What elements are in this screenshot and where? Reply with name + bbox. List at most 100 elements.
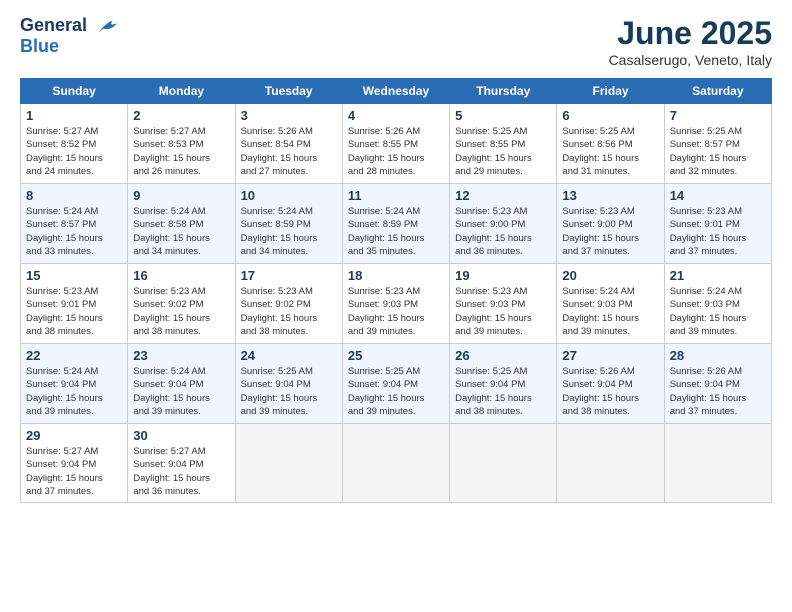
day-number: 11	[348, 188, 444, 203]
day-info: Sunrise: 5:25 AMSunset: 9:04 PMDaylight:…	[348, 365, 444, 418]
day-info: Sunrise: 5:24 AMSunset: 9:04 PMDaylight:…	[26, 365, 122, 418]
calendar-cell: 18 Sunrise: 5:23 AMSunset: 9:03 PMDayligh…	[342, 264, 449, 344]
calendar-cell: 25 Sunrise: 5:25 AMSunset: 9:04 PMDayligh…	[342, 344, 449, 424]
day-number: 16	[133, 268, 229, 283]
day-info: Sunrise: 5:24 AMSunset: 9:04 PMDaylight:…	[133, 365, 229, 418]
day-number: 6	[562, 108, 658, 123]
calendar-cell: 9Sunrise: 5:24 AMSunset: 8:58 PMDaylight…	[128, 184, 235, 264]
day-number: 21	[670, 268, 766, 283]
day-number: 24	[241, 348, 337, 363]
calendar-cell: 19 Sunrise: 5:23 AMSunset: 9:03 PMDayligh…	[450, 264, 557, 344]
calendar-week-4: 22Sunrise: 5:24 AMSunset: 9:04 PMDayligh…	[21, 344, 772, 424]
day-number: 18	[348, 268, 444, 283]
calendar-cell: 17 Sunrise: 5:23 AMSunset: 9:02 PMDayligh…	[235, 264, 342, 344]
day-number: 20	[562, 268, 658, 283]
calendar-week-3: 15 Sunrise: 5:23 AMSunset: 9:01 PMDayligh…	[21, 264, 772, 344]
day-number: 28	[670, 348, 766, 363]
day-info: Sunrise: 5:25 AMSunset: 9:04 PMDaylight:…	[241, 365, 337, 418]
calendar-cell: 2 Sunrise: 5:27 AMSunset: 8:53 PMDaylight…	[128, 104, 235, 184]
calendar-cell: 22Sunrise: 5:24 AMSunset: 9:04 PMDayligh…	[21, 344, 128, 424]
header-tuesday: Tuesday	[235, 79, 342, 104]
day-info: Sunrise: 5:23 AMSunset: 9:03 PMDaylight:…	[455, 285, 551, 338]
calendar-cell: 23 Sunrise: 5:24 AMSunset: 9:04 PMDayligh…	[128, 344, 235, 424]
day-info: Sunrise: 5:23 AMSunset: 9:01 PMDaylight:…	[670, 205, 766, 258]
calendar-cell	[664, 424, 771, 503]
day-number: 27	[562, 348, 658, 363]
calendar-cell: 7Sunrise: 5:25 AMSunset: 8:57 PMDaylight…	[664, 104, 771, 184]
calendar-cell	[342, 424, 449, 503]
calendar-cell: 13Sunrise: 5:23 AMSunset: 9:00 PMDayligh…	[557, 184, 664, 264]
day-number: 10	[241, 188, 337, 203]
calendar-cell: 26 Sunrise: 5:25 AMSunset: 9:04 PMDayligh…	[450, 344, 557, 424]
calendar-cell: 4 Sunrise: 5:26 AMSunset: 8:55 PMDaylight…	[342, 104, 449, 184]
calendar-cell	[235, 424, 342, 503]
calendar-cell: 16Sunrise: 5:23 AMSunset: 9:02 PMDayligh…	[128, 264, 235, 344]
location-subtitle: Casalserugo, Veneto, Italy	[609, 52, 772, 68]
day-number: 29	[26, 428, 122, 443]
day-number: 14	[670, 188, 766, 203]
day-info: Sunrise: 5:25 AMSunset: 8:56 PMDaylight:…	[562, 125, 658, 178]
calendar-cell: 1 Sunrise: 5:27 AMSunset: 8:52 PMDaylight…	[21, 104, 128, 184]
header-wednesday: Wednesday	[342, 79, 449, 104]
day-number: 23	[133, 348, 229, 363]
day-number: 8	[26, 188, 122, 203]
calendar-cell: 8 Sunrise: 5:24 AMSunset: 8:57 PMDaylight…	[21, 184, 128, 264]
calendar-week-1: 1 Sunrise: 5:27 AMSunset: 8:52 PMDaylight…	[21, 104, 772, 184]
calendar-cell: 12 Sunrise: 5:23 AMSunset: 9:00 PMDayligh…	[450, 184, 557, 264]
calendar-container: General Blue June 2025 Casalserugo, Vene…	[0, 0, 792, 513]
day-info: Sunrise: 5:23 AMSunset: 9:01 PMDaylight:…	[26, 285, 122, 338]
day-number: 4	[348, 108, 444, 123]
day-number: 26	[455, 348, 551, 363]
logo-bird-icon	[94, 15, 122, 37]
calendar-cell: 21Sunrise: 5:24 AMSunset: 9:03 PMDayligh…	[664, 264, 771, 344]
day-info: Sunrise: 5:27 AMSunset: 9:04 PMDaylight:…	[26, 445, 122, 498]
header-saturday: Saturday	[664, 79, 771, 104]
calendar-cell: 5 Sunrise: 5:25 AMSunset: 8:55 PMDaylight…	[450, 104, 557, 184]
day-info: Sunrise: 5:27 AMSunset: 9:04 PMDaylight:…	[133, 445, 229, 498]
day-number: 17	[241, 268, 337, 283]
day-number: 12	[455, 188, 551, 203]
header-thursday: Thursday	[450, 79, 557, 104]
day-number: 9	[133, 188, 229, 203]
header-row: Sunday Monday Tuesday Wednesday Thursday…	[21, 79, 772, 104]
calendar-week-5: 29 Sunrise: 5:27 AMSunset: 9:04 PMDayligh…	[21, 424, 772, 503]
day-info: Sunrise: 5:25 AMSunset: 8:55 PMDaylight:…	[455, 125, 551, 178]
header-area: General Blue June 2025 Casalserugo, Vene…	[20, 15, 772, 68]
logo-blue: Blue	[20, 37, 122, 57]
day-info: Sunrise: 5:26 AMSunset: 8:55 PMDaylight:…	[348, 125, 444, 178]
day-info: Sunrise: 5:27 AMSunset: 8:53 PMDaylight:…	[133, 125, 229, 178]
day-number: 30	[133, 428, 229, 443]
day-number: 15	[26, 268, 122, 283]
logo: General Blue	[20, 15, 122, 57]
day-number: 1	[26, 108, 122, 123]
calendar-cell	[450, 424, 557, 503]
day-number: 2	[133, 108, 229, 123]
calendar-table: Sunday Monday Tuesday Wednesday Thursday…	[20, 78, 772, 503]
title-area: June 2025 Casalserugo, Veneto, Italy	[609, 15, 772, 68]
day-number: 19	[455, 268, 551, 283]
logo-text: General	[20, 15, 122, 37]
day-info: Sunrise: 5:24 AMSunset: 9:03 PMDaylight:…	[562, 285, 658, 338]
day-info: Sunrise: 5:23 AMSunset: 9:02 PMDaylight:…	[241, 285, 337, 338]
calendar-cell: 6 Sunrise: 5:25 AMSunset: 8:56 PMDaylight…	[557, 104, 664, 184]
calendar-cell: 3Sunrise: 5:26 AMSunset: 8:54 PMDaylight…	[235, 104, 342, 184]
calendar-cell: 14 Sunrise: 5:23 AMSunset: 9:01 PMDayligh…	[664, 184, 771, 264]
calendar-cell: 10 Sunrise: 5:24 AMSunset: 8:59 PMDayligh…	[235, 184, 342, 264]
day-info: Sunrise: 5:27 AMSunset: 8:52 PMDaylight:…	[26, 125, 122, 178]
day-info: Sunrise: 5:25 AMSunset: 9:04 PMDaylight:…	[455, 365, 551, 418]
header-friday: Friday	[557, 79, 664, 104]
day-number: 25	[348, 348, 444, 363]
calendar-cell	[557, 424, 664, 503]
day-number: 13	[562, 188, 658, 203]
calendar-cell: 11Sunrise: 5:24 AMSunset: 8:59 PMDayligh…	[342, 184, 449, 264]
month-title: June 2025	[609, 15, 772, 52]
calendar-cell: 30 Sunrise: 5:27 AMSunset: 9:04 PMDayligh…	[128, 424, 235, 503]
day-number: 5	[455, 108, 551, 123]
day-info: Sunrise: 5:24 AMSunset: 8:59 PMDaylight:…	[241, 205, 337, 258]
header-monday: Monday	[128, 79, 235, 104]
header-sunday: Sunday	[21, 79, 128, 104]
day-info: Sunrise: 5:23 AMSunset: 9:00 PMDaylight:…	[455, 205, 551, 258]
day-info: Sunrise: 5:23 AMSunset: 9:03 PMDaylight:…	[348, 285, 444, 338]
calendar-header: Sunday Monday Tuesday Wednesday Thursday…	[21, 79, 772, 104]
day-info: Sunrise: 5:24 AMSunset: 8:57 PMDaylight:…	[26, 205, 122, 258]
